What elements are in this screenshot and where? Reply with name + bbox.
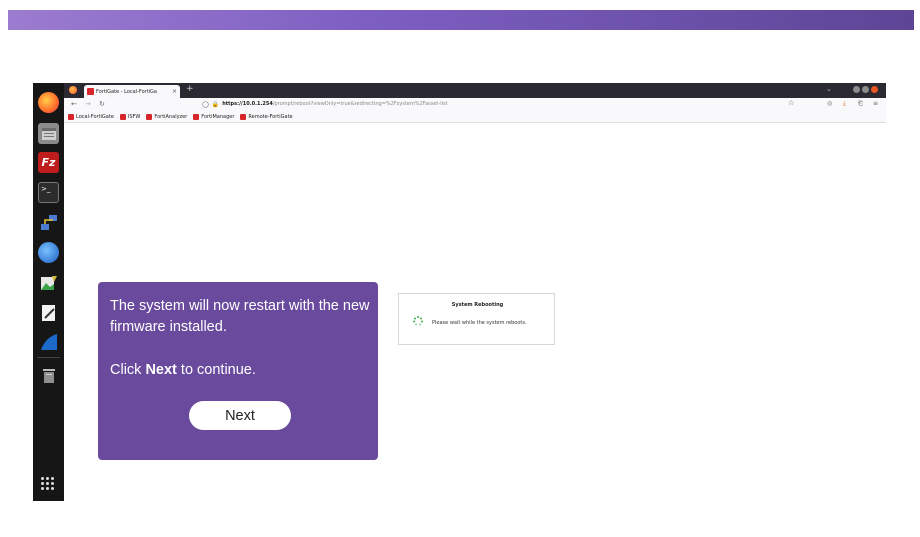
tab-close-icon[interactable]: × xyxy=(172,88,177,95)
terminal-icon[interactable]: >_ xyxy=(38,182,59,203)
pocket-icon[interactable]: ◎ xyxy=(827,100,832,107)
bookmark-remote-fortigate[interactable]: Remote-FortiGate xyxy=(240,114,293,120)
instruction-prefix: Click xyxy=(110,362,146,378)
trash-icon[interactable] xyxy=(38,365,59,386)
minimize-icon[interactable] xyxy=(853,86,860,93)
bookmark-star-icon[interactable]: ☆ xyxy=(788,99,794,107)
bookmarks-bar: Local-FortiGate ISFW FortiAnalyzer Forti… xyxy=(64,112,886,123)
bookmark-isfw[interactable]: ISFW xyxy=(119,114,141,120)
bookmark-fortimanager[interactable]: FortiManager xyxy=(193,114,234,120)
download-icon[interactable]: ⤓ xyxy=(843,100,846,108)
fortinet-icon xyxy=(146,114,153,120)
bookmark-label: Remote-FortiGate xyxy=(248,114,293,120)
callout-instruction: Click Next to continue. xyxy=(110,362,256,378)
instruction-bold: Next xyxy=(145,362,177,378)
wireshark-icon[interactable] xyxy=(38,331,59,352)
firefox-logo-icon xyxy=(69,86,77,94)
bookmark-label: Local-FortiGate xyxy=(76,114,114,120)
reboot-title: System Rebooting xyxy=(451,302,504,308)
network-icon[interactable] xyxy=(38,212,59,233)
bookmark-label: FortiManager xyxy=(201,114,235,120)
next-button[interactable]: Next xyxy=(189,401,291,430)
loading-spinner-icon xyxy=(413,316,423,326)
firefox-icon[interactable] xyxy=(38,92,59,113)
bookmark-label: FortiAnalyzer xyxy=(154,114,188,120)
instruction-suffix: to continue. xyxy=(176,362,256,378)
tab-bar: FortiGate - Local-FortiGa × + ⌄ xyxy=(64,83,886,98)
filezilla-icon[interactable]: Fz xyxy=(38,152,59,173)
dock-separator xyxy=(37,357,60,358)
url-host: https://10.0.1.254 xyxy=(222,101,273,107)
text-editor-icon[interactable] xyxy=(38,302,59,323)
tab-title: FortiGate - Local-FortiGa xyxy=(96,88,157,95)
bookmark-local-fortigate[interactable]: Local-FortiGate xyxy=(68,114,114,120)
back-arrow-icon[interactable]: ← xyxy=(71,100,77,108)
tutorial-callout: The system will now restart with the new… xyxy=(98,282,378,460)
fortinet-icon xyxy=(240,114,247,120)
shield-icon: ◯ xyxy=(202,100,209,108)
forward-arrow-icon[interactable]: → xyxy=(85,100,91,108)
fortinet-icon xyxy=(119,114,126,120)
app-grid-icon[interactable] xyxy=(41,477,55,491)
image-viewer-icon[interactable] xyxy=(38,272,59,293)
lock-icon: 🔒 xyxy=(211,100,220,108)
close-window-icon[interactable] xyxy=(871,86,878,93)
thunderbird-icon[interactable] xyxy=(38,242,59,263)
new-tab-button[interactable]: + xyxy=(186,84,194,94)
reboot-message: Please wait while the system reboots. xyxy=(432,320,527,326)
bookmark-label: ISFW xyxy=(127,114,141,120)
bookmark-fortianalyzer[interactable]: FortiAnalyzer xyxy=(146,114,187,120)
files-icon[interactable] xyxy=(38,123,59,144)
dock: Fz >_ xyxy=(33,83,64,501)
maximize-icon[interactable] xyxy=(862,86,869,93)
tab-list-chevron-icon[interactable]: ⌄ xyxy=(826,85,832,93)
fortinet-favicon-icon xyxy=(87,88,94,95)
fortinet-icon xyxy=(68,114,74,120)
menu-icon[interactable]: ≡ xyxy=(873,100,878,107)
top-banner xyxy=(8,10,914,30)
reload-icon[interactable]: ↻ xyxy=(99,100,105,108)
url-path: /prompt/reboot?viewOnly=true&redirecting… xyxy=(272,101,448,107)
reboot-dialog: System Rebooting Please wait while the s… xyxy=(398,293,555,345)
extensions-icon[interactable]: ⎗ xyxy=(858,100,863,108)
callout-message: The system will now restart with the new… xyxy=(110,298,370,335)
fortinet-icon xyxy=(193,114,200,120)
tab-fortigate[interactable]: FortiGate - Local-FortiGa × xyxy=(84,85,180,98)
url-bar[interactable]: ◯ 🔒 https://10.0.1.254 /prompt/reboot?vi… xyxy=(202,99,802,109)
